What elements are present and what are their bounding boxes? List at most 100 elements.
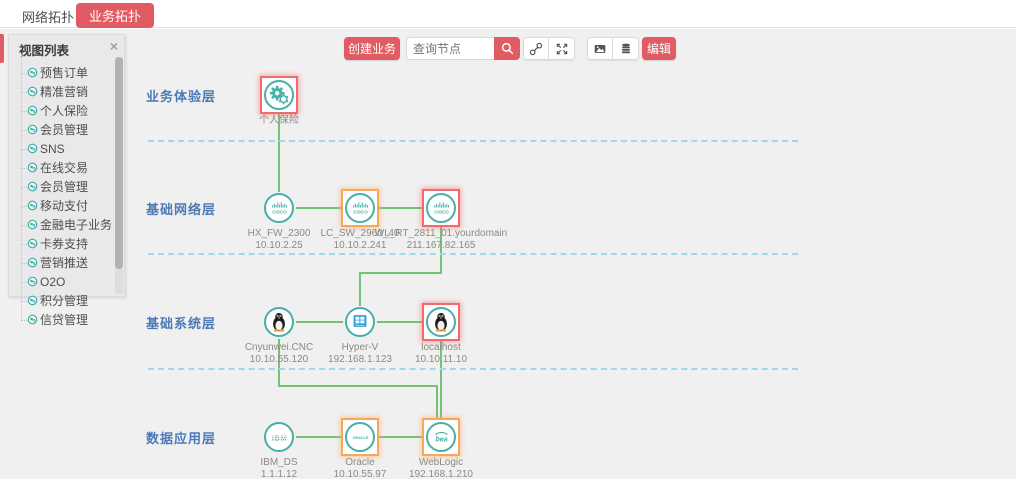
view-list-item[interactable]: 移动支付 (19, 196, 124, 215)
tab-network-topology[interactable]: 网络拓扑 (22, 7, 74, 26)
view-list-item[interactable]: 会员管理 (19, 177, 124, 196)
edit-button[interactable]: 编辑 (642, 37, 676, 60)
topology-node-localhost[interactable] (422, 303, 460, 341)
tab-business-topology[interactable]: 业务拓扑 (76, 3, 154, 28)
image-icon (592, 41, 608, 57)
view-list-item[interactable]: 精准营销 (19, 82, 124, 101)
view-list-item-label: 预售订单 (40, 64, 88, 81)
svg-text:bea: bea (435, 435, 447, 443)
node-label: LC_SW_2960_4010.10.2.241 (275, 228, 445, 252)
view-list-item[interactable]: O2O (19, 272, 124, 291)
export-image-button[interactable] (587, 37, 613, 60)
view-list-item[interactable]: 卡券支持 (19, 234, 124, 253)
gear-icon (264, 80, 294, 110)
view-list-item-label: 信贷管理 (40, 311, 88, 328)
database-icon (618, 41, 634, 57)
view-icon (27, 143, 38, 154)
oracle-icon: ORACLE (345, 422, 375, 452)
close-icon[interactable]: × (110, 38, 118, 54)
view-icon (27, 105, 38, 116)
layer-label: 数据应用层 (146, 428, 216, 447)
node-label: Hyper-V192.168.1.123 (275, 342, 445, 366)
view-list-item-label: 积分管理 (40, 292, 88, 309)
topology-node-cnyunwei-cnc[interactable] (262, 305, 296, 339)
view-list-item[interactable]: 营销推送 (19, 253, 124, 272)
topology-node-lc-sw-2960[interactable]: CISCO (341, 189, 379, 227)
topology-node-hx-fw-2300[interactable]: CISCO (262, 191, 296, 225)
view-list-item-label: 移动支付 (40, 197, 88, 214)
search-icon (500, 41, 515, 56)
view-icon (27, 200, 38, 211)
left-accent-strip (0, 34, 4, 63)
fullscreen-icon (554, 41, 570, 57)
svg-text:ORACLE: ORACLE (352, 436, 368, 440)
node-label: HX_FW_230010.10.2.25 (194, 228, 364, 252)
view-icon (27, 67, 38, 78)
cisco-icon: CISCO (345, 193, 375, 223)
view-icon (27, 314, 38, 325)
view-list-panel: 视图列表 × 预售订单精准营销个人保险会员管理SNS在线交易会员管理移动支付金融… (8, 34, 125, 297)
view-icon (27, 257, 38, 268)
view-list-item-label: 金融电子业务 (40, 216, 112, 233)
view-list-item[interactable]: 金融电子业务 (19, 215, 124, 234)
svg-text:CISCO: CISCO (434, 209, 449, 214)
view-list-item[interactable]: 信贷管理 (19, 310, 124, 329)
svg-text:Windows: Windows (355, 324, 365, 327)
fullscreen-button[interactable] (549, 37, 575, 60)
search-input[interactable] (406, 37, 494, 60)
search-button[interactable] (494, 37, 520, 60)
windows-icon: Windows (345, 307, 375, 337)
link-mode-button[interactable] (523, 37, 549, 60)
node-label: 个人保险 (194, 115, 364, 127)
layer-separator (148, 368, 798, 370)
linux-icon (426, 307, 456, 337)
topology-node-ibm-ds[interactable]: IBM (262, 420, 296, 454)
view-icon (27, 86, 38, 97)
view-icon (27, 295, 38, 306)
layer-separator (148, 253, 798, 255)
view-list-item[interactable]: 会员管理 (19, 120, 124, 139)
ibm-icon: IBM (264, 422, 294, 452)
sidebar-scrollbar-thumb[interactable] (115, 57, 123, 269)
svg-text:IBM: IBM (271, 433, 286, 442)
view-icon (27, 276, 38, 287)
view-list-item[interactable]: SNS (19, 139, 124, 158)
sidebar-scrollbar-track (115, 57, 123, 294)
view-list-item-label: 会员管理 (40, 121, 88, 138)
layer-label: 基础网络层 (146, 199, 216, 218)
topology-node-hyper-v[interactable]: Windows (343, 305, 377, 339)
view-list-item-label: 卡券支持 (40, 235, 88, 252)
view-list-item-label: O2O (40, 275, 65, 289)
view-list-item[interactable]: 预售订单 (19, 63, 124, 82)
view-icon (27, 219, 38, 230)
svg-text:CISCO: CISCO (272, 209, 287, 214)
linux-icon (264, 307, 294, 337)
topology-node-wl-rt-2811[interactable]: CISCO (422, 189, 460, 227)
bea-icon: bea (426, 422, 456, 452)
cisco-icon: CISCO (426, 193, 456, 223)
layer-label: 基础系统层 (146, 313, 216, 332)
view-icon (27, 181, 38, 192)
view-list-item-label: 精准营销 (40, 83, 88, 100)
node-label: Cnyunwei.CNC10.10.55.120 (194, 342, 364, 366)
view-list-item-label: 在线交易 (40, 159, 88, 176)
link-icon (528, 41, 544, 57)
topology-node-weblogic[interactable]: bea (422, 418, 460, 456)
topology-canvas[interactable]: 业务体验层基础网络层基础系统层数据应用层 个人保险 CISCO HX_FW_23001… (0, 29, 1016, 479)
cisco-icon: CISCO (264, 193, 294, 223)
view-list-item[interactable]: 个人保险 (19, 101, 124, 120)
view-list-item-label: SNS (40, 142, 65, 156)
view-list-item[interactable]: 在线交易 (19, 158, 124, 177)
top-tab-bar: 网络拓扑 业务拓扑 (0, 0, 1016, 28)
view-list-item-label: 会员管理 (40, 178, 88, 195)
view-list-item[interactable]: 积分管理 (19, 291, 124, 310)
layer-label: 业务体验层 (146, 86, 216, 105)
node-search (406, 37, 520, 60)
topology-node-oracle[interactable]: ORACLE (341, 418, 379, 456)
node-label: localhost10.10.11.10 (356, 342, 526, 366)
create-business-button[interactable]: 创建业务 (344, 37, 400, 60)
node-list-button[interactable] (613, 37, 639, 60)
view-icon (27, 162, 38, 173)
node-label: WebLogic192.168.1.210 (356, 457, 526, 481)
topology-node-personal-insurance[interactable] (260, 76, 298, 114)
